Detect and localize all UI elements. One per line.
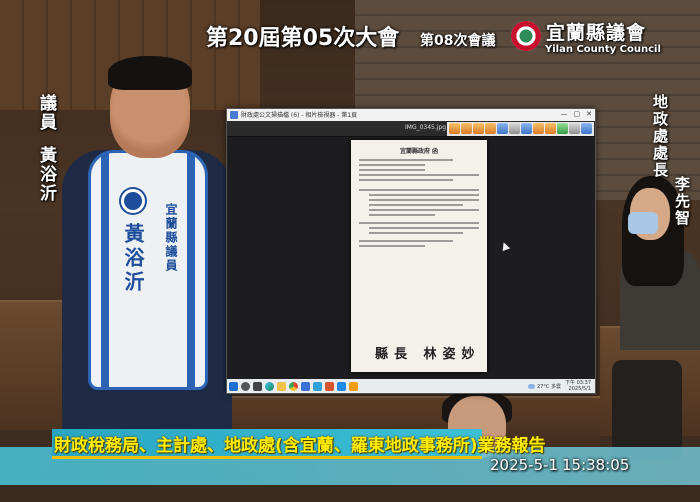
close-button[interactable]: ✕	[586, 110, 592, 118]
document-line	[369, 227, 479, 229]
right-chair	[612, 360, 682, 460]
document-line	[359, 222, 479, 224]
clock-date: 2025/5/1	[568, 386, 591, 392]
file-explorer-icon[interactable]	[277, 381, 286, 391]
vest-name-text: 黃浴沂	[121, 223, 145, 295]
speaker-vest: 黃浴沂 宜蘭縣議員	[88, 150, 208, 390]
system-tray: 27°C 多雲 下午 03:37 2025/5/1	[528, 380, 591, 392]
document-line	[369, 209, 479, 211]
system-clock[interactable]: 下午 03:37 2025/5/1	[565, 380, 591, 392]
official-name-label: 李先智	[673, 176, 691, 227]
report-title: 財政稅務局、主計處、地政處(含宜蘭、羅東地政事務所)業務報告	[54, 436, 546, 456]
speaker-name-label: 黃浴沂	[36, 146, 56, 203]
viewer-toolbar: IMG_0345.jpg	[227, 121, 595, 137]
minimize-button[interactable]: —	[561, 110, 568, 118]
document-line	[369, 204, 463, 206]
mail-app-icon[interactable]	[337, 381, 346, 391]
viewer-titlebar[interactable]: 財政處公文掃描檔 (6) - 相片檢視器 - 第1頁 — ▢ ✕	[227, 109, 595, 121]
official-role-label: 地政處處長	[651, 94, 669, 179]
document-line	[359, 164, 425, 166]
council-name-english: Yilan County Council	[545, 44, 661, 55]
task-view-icon[interactable]	[253, 381, 262, 391]
document-line	[359, 174, 479, 176]
cloud-icon	[528, 383, 536, 389]
start-menu-icon[interactable]	[229, 381, 238, 391]
shape-tool-icon[interactable]	[533, 123, 544, 134]
edge-browser-icon[interactable]	[265, 381, 274, 391]
photo-viewer-app-icon	[230, 111, 238, 119]
meeting-number: 第08次會議	[420, 33, 496, 49]
pinned-app-icon[interactable]	[349, 381, 358, 391]
document-line	[359, 189, 479, 191]
document-line	[369, 194, 479, 196]
rotate-tool-icon[interactable]	[509, 123, 520, 134]
image-viewer-app-icon[interactable]	[325, 381, 334, 391]
scanned-document: 宜蘭縣政府 函 縣長 林姿妙	[351, 140, 487, 372]
document-signature: 縣長 林姿妙	[375, 347, 481, 362]
chrome-browser-icon[interactable]	[289, 381, 298, 391]
marker-tool-icon[interactable]	[473, 123, 484, 134]
weather-text: 27°C 多雲	[537, 383, 561, 390]
window-controls: — ▢ ✕	[561, 110, 593, 118]
document-line	[359, 169, 425, 171]
search-icon[interactable]	[241, 381, 250, 391]
vest-stripe-right	[187, 153, 195, 387]
text-tool-icon[interactable]	[545, 123, 556, 134]
session-title: 第20屆第05次大會	[206, 26, 400, 51]
pointer-tool-icon[interactable]	[521, 123, 532, 134]
council-logo-icon	[511, 21, 541, 51]
speaker-role-label: 議員	[36, 94, 56, 132]
save-tool-icon[interactable]	[581, 123, 592, 134]
document-line	[369, 232, 463, 234]
highlighter-tool-icon[interactable]	[461, 123, 472, 134]
eraser-tool-icon[interactable]	[485, 123, 496, 134]
document-line	[369, 214, 435, 216]
document-line	[359, 245, 425, 247]
annotation-tool-strip	[447, 122, 594, 136]
store-icon[interactable]	[301, 381, 310, 391]
photos-app-icon[interactable]	[313, 381, 322, 391]
viewer-window-title: 財政處公文掃描檔 (6) - 相片檢視器 - 第1頁	[241, 112, 358, 119]
broadcast-date: 2025-5-1	[490, 456, 559, 474]
document-header: 宜蘭縣政府 函	[399, 148, 439, 155]
official-face-mask	[628, 212, 658, 234]
image-filename: IMG_0345.jpg	[405, 124, 447, 131]
color-tool-icon[interactable]	[557, 123, 568, 134]
party-emblem-icon	[121, 189, 145, 213]
weather-widget[interactable]: 27°C 多雲	[528, 383, 561, 390]
zoom-tool-icon[interactable]	[497, 123, 508, 134]
windows-taskbar: 27°C 多雲 下午 03:37 2025/5/1	[227, 379, 595, 393]
mouse-cursor-icon	[499, 240, 511, 252]
document-line	[359, 159, 453, 161]
speaker-hair	[108, 56, 192, 90]
council-name: 宜蘭縣議會	[546, 22, 647, 44]
settings-tool-icon[interactable]	[569, 123, 580, 134]
vest-stripe-left	[101, 153, 109, 387]
document-line	[359, 240, 453, 242]
document-line	[359, 179, 453, 181]
vest-org-text: 宜蘭縣議員	[164, 203, 178, 273]
projected-screen: 財政處公文掃描檔 (6) - 相片檢視器 - 第1頁 — ▢ ✕ IMG_034…	[226, 108, 596, 394]
maximize-button[interactable]: ▢	[574, 110, 581, 118]
document-line	[369, 199, 479, 201]
pen-tool-icon[interactable]	[449, 123, 460, 134]
broadcast-time: 15:38:05	[562, 456, 630, 474]
